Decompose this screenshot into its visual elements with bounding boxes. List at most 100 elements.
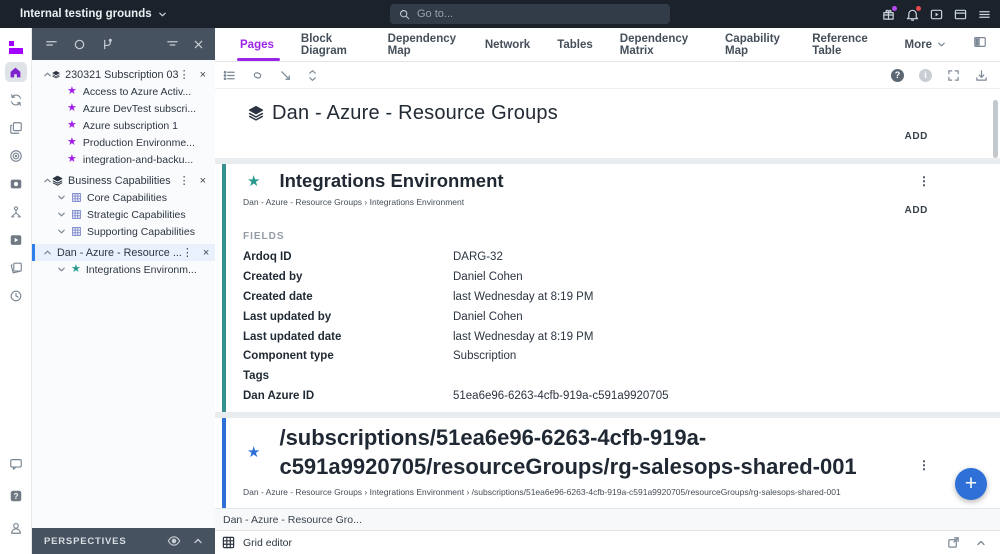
kebab-menu-icon[interactable]: ⋮ (182, 246, 193, 259)
field-label: Last updated date (243, 330, 342, 343)
capability-row[interactable]: Strategic Capabilities (32, 206, 215, 223)
gift-icon[interactable] (881, 5, 897, 22)
list-view-icon[interactable] (223, 69, 236, 82)
tab-capability-map[interactable]: Capability Map (725, 28, 785, 61)
top-bar: Internal testing grounds Go to... (0, 0, 1000, 28)
sort-list-icon[interactable] (44, 37, 58, 51)
collapse-caret-icon[interactable] (42, 70, 52, 79)
field-value-link[interactable]: Daniel Cohen (453, 271, 523, 283)
help-circle-icon[interactable]: ? (891, 68, 904, 82)
tab-tables[interactable]: Tables (557, 28, 593, 61)
user-profile-icon[interactable] (9, 521, 23, 540)
workspace-row[interactable]: Business Capabilities ⋮ × (32, 172, 215, 189)
tab-more[interactable]: More (905, 28, 946, 61)
add-button[interactable]: ADD (905, 205, 928, 216)
scenario-circle-icon[interactable] (72, 37, 86, 51)
navigator-panel: 230321 Subscription 03 ⋮ × ★ Access to Az… (32, 28, 215, 554)
perspectives-label: PERSPECTIVES (44, 535, 127, 547)
add-button[interactable]: ADD (905, 131, 928, 142)
expand-caret-icon[interactable] (56, 227, 66, 236)
info-circle-icon[interactable]: i (919, 68, 932, 82)
grid-editor-bar[interactable]: Grid editor (215, 530, 1000, 554)
rail-history-button[interactable] (5, 286, 27, 306)
rail-pages-button[interactable] (5, 118, 27, 138)
perspectives-bar[interactable]: PERSPECTIVES (32, 528, 215, 554)
field-label: Created by (243, 270, 303, 283)
eye-icon[interactable] (167, 534, 181, 548)
help-icon[interactable]: ? (9, 489, 23, 508)
close-panel-icon[interactable] (191, 37, 205, 51)
kebab-menu-icon[interactable]: ⋮ (179, 68, 190, 81)
kebab-menu-icon[interactable]: ⋮ (918, 458, 930, 472)
component-row[interactable]: ★ integration-and-backu... (32, 151, 215, 168)
inbox-icon[interactable] (953, 7, 968, 22)
branch-icon[interactable] (100, 37, 114, 51)
rail-sync-button[interactable] (5, 90, 27, 110)
component-row[interactable]: ★ Production Environme... (32, 134, 215, 151)
rail-metamodel-button[interactable] (5, 202, 27, 222)
tab-reference-table[interactable]: Reference Table (812, 28, 877, 61)
rail-broadcasts-button[interactable] (5, 230, 27, 250)
rail-reports-button[interactable] (5, 258, 27, 278)
link-icon[interactable] (251, 69, 264, 82)
vertical-scrollbar[interactable] (993, 100, 998, 158)
notifications-bell-icon[interactable] (905, 5, 921, 22)
kebab-menu-icon[interactable]: ⋮ (179, 174, 190, 187)
context-label: Dan - Azure - Resource Gro... (223, 513, 362, 526)
rail-presentations-button[interactable] (5, 174, 27, 194)
tab-network[interactable]: Network (485, 28, 530, 61)
tab-more-label: More (904, 38, 932, 51)
close-workspace-icon[interactable]: × (200, 69, 206, 81)
rail-surveys-button[interactable] (5, 146, 27, 166)
component-label: Production Environme... (82, 136, 195, 149)
workspace-row[interactable]: 230321 Subscription 03 ⋮ × (32, 66, 215, 83)
global-search-input[interactable]: Go to... (390, 4, 670, 24)
close-workspace-icon[interactable]: × (203, 247, 209, 259)
capability-row[interactable]: Supporting Capabilities (32, 223, 215, 240)
tab-dependency-matrix[interactable]: Dependency Matrix (620, 28, 698, 61)
filter-icon[interactable] (165, 37, 179, 51)
expand-caret-icon[interactable] (56, 193, 66, 202)
create-fab-button[interactable]: + (955, 468, 987, 500)
workspace-row-selected[interactable]: Dan - Azure - Resource ... ⋮ × (32, 244, 215, 261)
home-icon (10, 67, 21, 77)
context-statusbar[interactable]: Dan - Azure - Resource Gro... (215, 508, 1000, 530)
kebab-menu-icon[interactable]: ⋮ (918, 174, 930, 188)
field-value-link[interactable]: Daniel Cohen (453, 311, 523, 323)
close-workspace-icon[interactable]: × (200, 175, 206, 187)
component-label: integration-and-backu... (82, 153, 194, 166)
rail-home-button[interactable] (4, 62, 27, 82)
component-row[interactable]: ★ Azure subscription 1 (32, 117, 215, 134)
collapse-caret-icon[interactable] (42, 248, 52, 257)
split-panel-icon[interactable] (973, 35, 987, 54)
component-star-icon: ★ (67, 119, 77, 131)
video-tutorials-icon[interactable] (929, 7, 944, 22)
tab-dependency-map[interactable]: Dependency Map (388, 28, 458, 61)
capability-label: Core Capabilities (87, 191, 167, 204)
component-row[interactable]: ★ Access to Azure Activ... (32, 83, 215, 100)
collapse-caret-icon[interactable] (42, 176, 52, 185)
chevron-up-icon[interactable] (193, 536, 203, 546)
menu-hamburger-icon[interactable] (977, 7, 992, 22)
component-row[interactable]: ★ Integrations Environm... (32, 261, 215, 278)
field-value: DARG-32 (453, 250, 503, 263)
sort-arrows-icon[interactable] (307, 69, 318, 82)
field-row: Component type Subscription (226, 346, 1000, 366)
capability-row[interactable]: Core Capabilities (32, 189, 215, 206)
expand-caret-icon[interactable] (56, 265, 66, 274)
chevron-up-icon[interactable] (976, 538, 986, 548)
workspace-label: Dan - Azure - Resource ... (57, 246, 182, 259)
feedback-chat-icon[interactable] (9, 457, 23, 476)
open-in-new-icon[interactable] (947, 536, 960, 549)
expand-caret-icon[interactable] (56, 210, 66, 219)
org-switcher[interactable]: Internal testing grounds (20, 8, 167, 20)
select-pointer-icon[interactable] (279, 69, 292, 82)
component-star-icon: ★ (67, 102, 77, 114)
component-row[interactable]: ★ Azure DevTest subscri... (32, 100, 215, 117)
fields-table: Ardoq ID DARG-32 Created by Daniel Cohen C… (226, 247, 1000, 406)
tab-pages[interactable]: Pages (237, 28, 280, 61)
workspace-layers-icon (52, 175, 63, 186)
download-icon[interactable] (975, 69, 988, 82)
fullscreen-icon[interactable] (947, 69, 960, 82)
tab-block-diagram[interactable]: Block Diagram (301, 28, 361, 61)
